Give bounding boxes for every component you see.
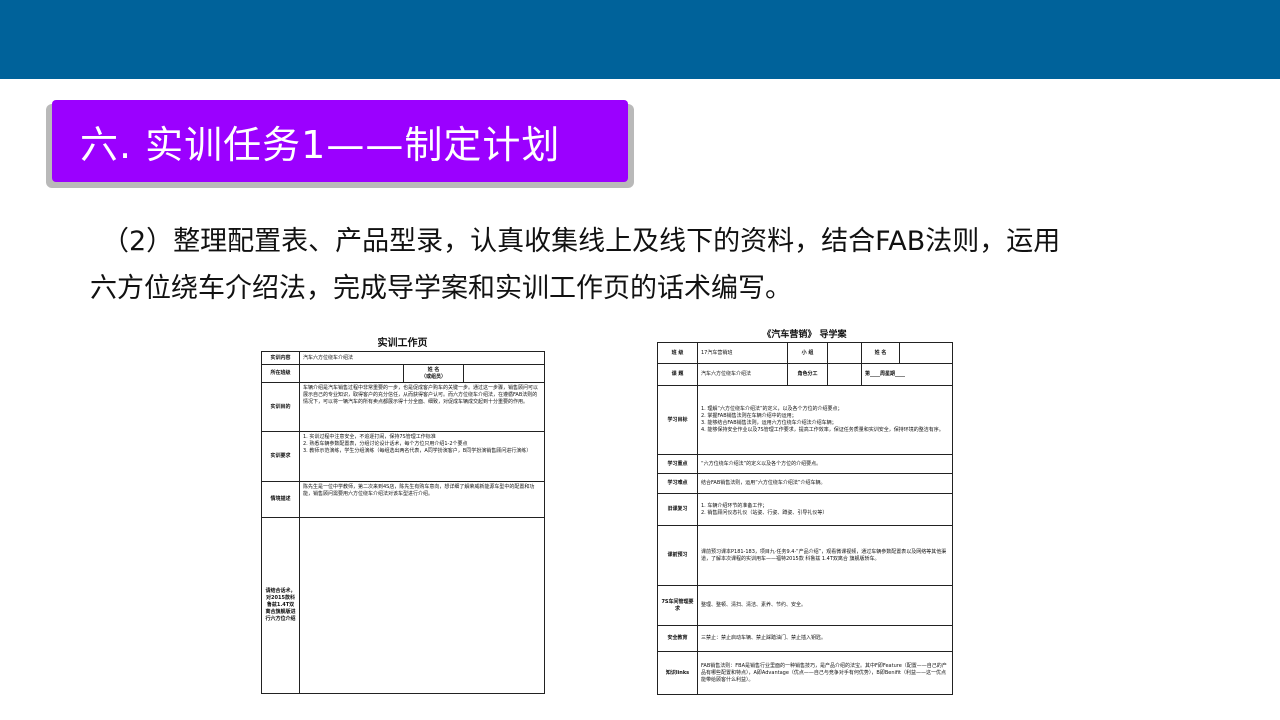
guide-group-label: 小 组 xyxy=(788,343,828,364)
guide-goal-item: 2. 掌握FAB销售法则在车辆介绍中的运用； xyxy=(701,413,797,419)
title-banner: 六. 实训任务1——制定计划 xyxy=(52,100,628,182)
paragraph-line-1: （2）整理配置表、产品型录，认真收集线上及线下的资料，结合FAB法则，运用 xyxy=(102,226,1061,257)
guide-name-value xyxy=(900,343,952,364)
worksheet-name-value xyxy=(464,365,544,383)
worksheet-table: 实训内容 汽车六方位绕车介绍法 所在班级 姓 名 （或组员） 实训目的 车辆介绍… xyxy=(261,351,545,694)
worksheet-title: 实训工作页 xyxy=(377,338,428,349)
guide-role-label: 角色分工 xyxy=(788,364,828,386)
guide-7s-value: 整理、整顿、清扫、清洁、素养、节约、安全。 xyxy=(698,586,952,626)
guide-goal-label: 学习目标 xyxy=(658,386,698,455)
guide-topic-label: 课 题 xyxy=(658,364,698,386)
guide-goal-item: 4. 能够保持安全作业以及7S管理工作要求，提高工作效率，保证任务质量和实训安全… xyxy=(701,427,944,433)
guide-knowledge-value: FAB销售法则：FBA是销售行业里面的一种销售技巧，是产品介绍的法宝。其中F即F… xyxy=(701,662,947,683)
guide-class-label: 班 级 xyxy=(658,343,698,364)
guide-key-label: 学习重点 xyxy=(658,455,698,474)
guide-key-value: “六方位绕车介绍法”的定义以及各个方位的介绍要点。 xyxy=(698,455,952,474)
worksheet-goal-label: 实训目的 xyxy=(262,383,300,432)
guide-image: 《汽车营销》 导学案 班 级 17汽车营销班 小 组 姓 名 课 题 汽车六方位… xyxy=(654,323,955,697)
guide-table: 班 级 17汽车营销班 小 组 姓 名 课 题 汽车六方位绕车介绍法 角色分工 … xyxy=(657,342,953,695)
guide-knowledge-label: 知识links xyxy=(658,652,698,694)
guide-goal-item: 3. 能够结合FAB销售法则，运用六方位绕车介绍法介绍车辆； xyxy=(701,420,837,426)
guide-title: 《汽车营销》 导学案 xyxy=(762,330,847,340)
guide-preview-value: 课前预习课本P181-183，项目九·任务9.4·“产品介绍”，观看微课视频，通… xyxy=(698,526,952,586)
guide-review-item: 1. 车辆介绍环节的准备工作； xyxy=(701,502,768,509)
guide-7s-label: 7S车间管理要求 xyxy=(658,586,698,626)
worksheet-req-item: 2. 熟悉车辆参数配置表，分组讨论设计话术，每个方位只用介绍1-2个要点 xyxy=(303,441,468,447)
worksheet-goal-value: 车辆介绍是汽车销售过程中非常重要的一步，也是促成客户购车的关键一步。通过这一步骤… xyxy=(300,383,544,432)
worksheet-image: 实训工作页 实训内容 汽车六方位绕车介绍法 所在班级 姓 名 （或组员） 实训目… xyxy=(257,323,548,697)
slide-title: 六. 实训任务1——制定计划 xyxy=(80,122,561,167)
slide-paragraph: （2）整理配置表、产品型录，认真收集线上及线下的资料，结合FAB法则，运用 六方… xyxy=(90,218,1200,312)
guide-diff-value: 结合FAB销售法则，运用“六方位绕车介绍法”介绍车辆。 xyxy=(698,474,952,494)
worksheet-scene-value: 陈先生是一位中学教师，第二次来到4S店，陈先生有购车意向，想详细了解荣威新能源车… xyxy=(300,482,544,518)
worksheet-req-list: 1. 实训过程中注意安全，不追逐打闹，保持7S管理工作标准 2. 熟悉车辆参数配… xyxy=(300,432,544,482)
worksheet-class-value xyxy=(300,365,404,383)
guide-class-value: 17汽车营销班 xyxy=(698,343,788,364)
worksheet-task-label: 请结合话术，对2015款科鲁兹1.4T双离合旗舰版进行六方位介绍 xyxy=(262,518,300,693)
worksheet-req-label: 实训要求 xyxy=(262,432,300,482)
guide-review-list: 1. 车辆介绍环节的准备工作； 2. 销售顾问仪态礼仪（站姿、行姿、蹲姿、引导礼… xyxy=(698,494,952,526)
paragraph-line-2: 六方位绕车介绍法，完成导学案和实训工作页的话术编写。 xyxy=(90,273,792,304)
guide-review-label: 旧课复习 xyxy=(658,494,698,526)
worksheet-scene-label: 情境描述 xyxy=(262,482,300,518)
guide-preview-label: 课前预习 xyxy=(658,526,698,586)
guide-group-value xyxy=(828,343,862,364)
guide-goal-item: 1. 理解“六方位绕车介绍法”的定义，以及各个方位的介绍要点； xyxy=(701,406,843,412)
worksheet-req-item: 3. 教师示范演练，学生分组演练（每组选出两名代表，A同学扮演客户，B同学扮演销… xyxy=(303,448,532,454)
guide-review-item: 2. 销售顾问仪态礼仪（站姿、行姿、蹲姿、引导礼仪等） xyxy=(701,509,828,516)
guide-safety-label: 安全教育 xyxy=(658,626,698,652)
worksheet-task-area xyxy=(300,518,544,693)
guide-role-value xyxy=(828,364,862,386)
worksheet-content-label: 实训内容 xyxy=(262,352,300,365)
guide-topic-value: 汽车六方位绕车介绍法 xyxy=(698,364,788,386)
worksheet-class-label: 所在班级 xyxy=(262,365,300,383)
guide-goal-list: 1. 理解“六方位绕车介绍法”的定义，以及各个方位的介绍要点； 2. 掌握FAB… xyxy=(698,386,952,455)
worksheet-req-item: 1. 实训过程中注意安全，不追逐打闹，保持7S管理工作标准 xyxy=(303,434,436,440)
guide-week-value: 第____周星期____ xyxy=(862,364,952,386)
guide-name-label: 姓 名 xyxy=(862,343,900,364)
header-bar xyxy=(0,0,1280,79)
worksheet-content-value: 汽车六方位绕车介绍法 xyxy=(300,352,544,365)
guide-diff-label: 学习难点 xyxy=(658,474,698,494)
guide-safety-value: 三禁止：禁止启动车辆、禁止踩踏油门、禁止插入钥匙。 xyxy=(698,626,952,652)
worksheet-name-label: 姓 名 （或组员） xyxy=(404,365,464,383)
